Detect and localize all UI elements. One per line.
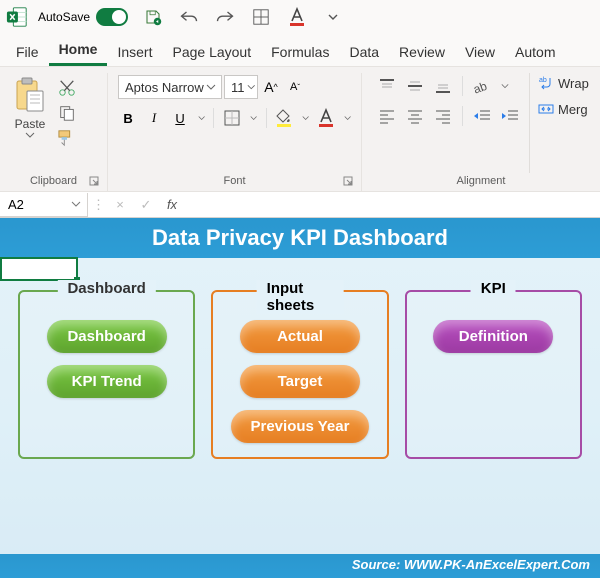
dialog-launcher-icon[interactable] [89,176,99,189]
cut-icon[interactable] [56,77,78,99]
align-center-icon[interactable] [404,105,426,127]
dashboard-title: Data Privacy KPI Dashboard [152,225,448,251]
orientation-icon[interactable]: ab [471,75,493,97]
underline-button[interactable]: U [170,107,190,129]
autosave-label: AutoSave [38,10,90,24]
tab-file[interactable]: File [6,38,49,66]
italic-button[interactable]: I [144,107,164,129]
fill-color-icon[interactable] [274,107,294,129]
board-title: KPI [471,280,516,297]
dashboard-banner: Data Privacy KPI Dashboard [0,218,600,258]
nav-target-button[interactable]: Target [240,365,360,398]
chevron-down-icon[interactable] [25,131,35,139]
divider [462,106,463,126]
tab-data[interactable]: Data [339,38,389,66]
align-right-icon[interactable] [432,105,454,127]
decrease-indent-icon[interactable] [471,105,493,127]
autosave: AutoSave [38,8,128,26]
tab-formulas[interactable]: Formulas [261,38,339,66]
font-color-button-icon[interactable] [316,107,336,129]
merge-button[interactable]: Merg [538,101,589,117]
dialog-launcher-icon[interactable] [343,176,353,189]
group-label-alignment: Alignment [368,173,594,191]
cancel-icon[interactable]: × [109,194,131,216]
wrap-text-button[interactable]: abWrap [538,75,589,91]
nav-dashboard-button[interactable]: Dashboard [47,320,167,353]
format-painter-icon[interactable] [56,127,78,149]
increase-indent-icon[interactable] [499,105,521,127]
enter-icon[interactable]: ✓ [135,194,157,216]
svg-text:ab: ab [539,77,547,84]
align-bottom-icon[interactable] [432,75,454,97]
board-dashboard: Dashboard Dashboard KPI Trend [18,290,195,459]
increase-font-icon[interactable]: A^ [260,76,282,98]
nav-previous-year-button[interactable]: Previous Year [231,410,370,443]
save-icon[interactable] [142,6,164,28]
formula-input[interactable] [187,193,600,217]
decrease-font-icon[interactable]: Aˇ [284,76,306,98]
tab-automate[interactable]: Autom [505,38,565,66]
borders-button-icon[interactable] [222,107,242,129]
nav-kpi-trend-button[interactable]: KPI Trend [47,365,167,398]
paste-icon[interactable] [13,75,47,115]
quick-access-toolbar [142,6,344,28]
align-middle-icon[interactable] [404,75,426,97]
board-kpi: KPI Definition [405,290,582,459]
align-left-icon[interactable] [376,105,398,127]
nav-definition-button[interactable]: Definition [433,320,553,353]
tab-view[interactable]: View [455,38,505,66]
tab-insert[interactable]: Insert [107,38,162,66]
active-cell[interactable] [0,257,78,281]
copy-icon[interactable] [56,102,78,124]
board-title: Input sheets [257,280,344,314]
borders-icon[interactable] [250,6,272,28]
group-label-font: Font [114,173,355,191]
nav-actual-button[interactable]: Actual [240,320,360,353]
source-footer: Source: WWW.PK-AnExcelExpert.Com [0,554,600,578]
undo-icon[interactable] [178,6,200,28]
autosave-toggle[interactable] [96,8,128,26]
chevron-down-icon[interactable] [322,6,344,28]
excel-app-icon [6,6,28,28]
group-font: Aptos Narrow 11 A^ Aˇ B I U Font [108,73,362,191]
divider [213,108,214,128]
font-size-select[interactable]: 11 [224,75,258,99]
divider [266,108,267,128]
group-label-clipboard: Clipboard [6,173,101,191]
ribbon-tabs: File Home Insert Page Layout Formulas Da… [0,34,600,66]
board-title: Dashboard [57,280,155,297]
paste-label[interactable]: Paste [15,117,46,131]
svg-text:ab: ab [473,79,489,94]
worksheet-area[interactable]: Data Privacy KPI Dashboard Dashboard Das… [0,218,600,578]
font-name-select[interactable]: Aptos Narrow [118,75,222,99]
ribbon: Paste Clipboard Aptos Narrow 11 A^ Aˇ B … [0,66,600,192]
redo-icon[interactable] [214,6,236,28]
align-top-icon[interactable] [376,75,398,97]
formula-bar: A2 ⋮ × ✓ fx [0,192,600,218]
group-clipboard: Paste Clipboard [0,73,108,191]
group-alignment: ab abWrap Merg Alignment [362,73,600,191]
dashboard-boards: Dashboard Dashboard KPI Trend Input shee… [0,290,600,459]
tab-review[interactable]: Review [389,38,455,66]
divider [462,76,463,96]
name-box[interactable]: A2 [0,193,88,217]
board-input-sheets: Input sheets Actual Target Previous Year [211,290,388,459]
tab-home[interactable]: Home [49,35,108,66]
tab-page-layout[interactable]: Page Layout [162,38,261,66]
fx-icon[interactable]: fx [161,194,183,216]
font-color-icon[interactable] [286,6,308,28]
bold-button[interactable]: B [118,107,138,129]
title-bar: AutoSave [0,0,600,34]
